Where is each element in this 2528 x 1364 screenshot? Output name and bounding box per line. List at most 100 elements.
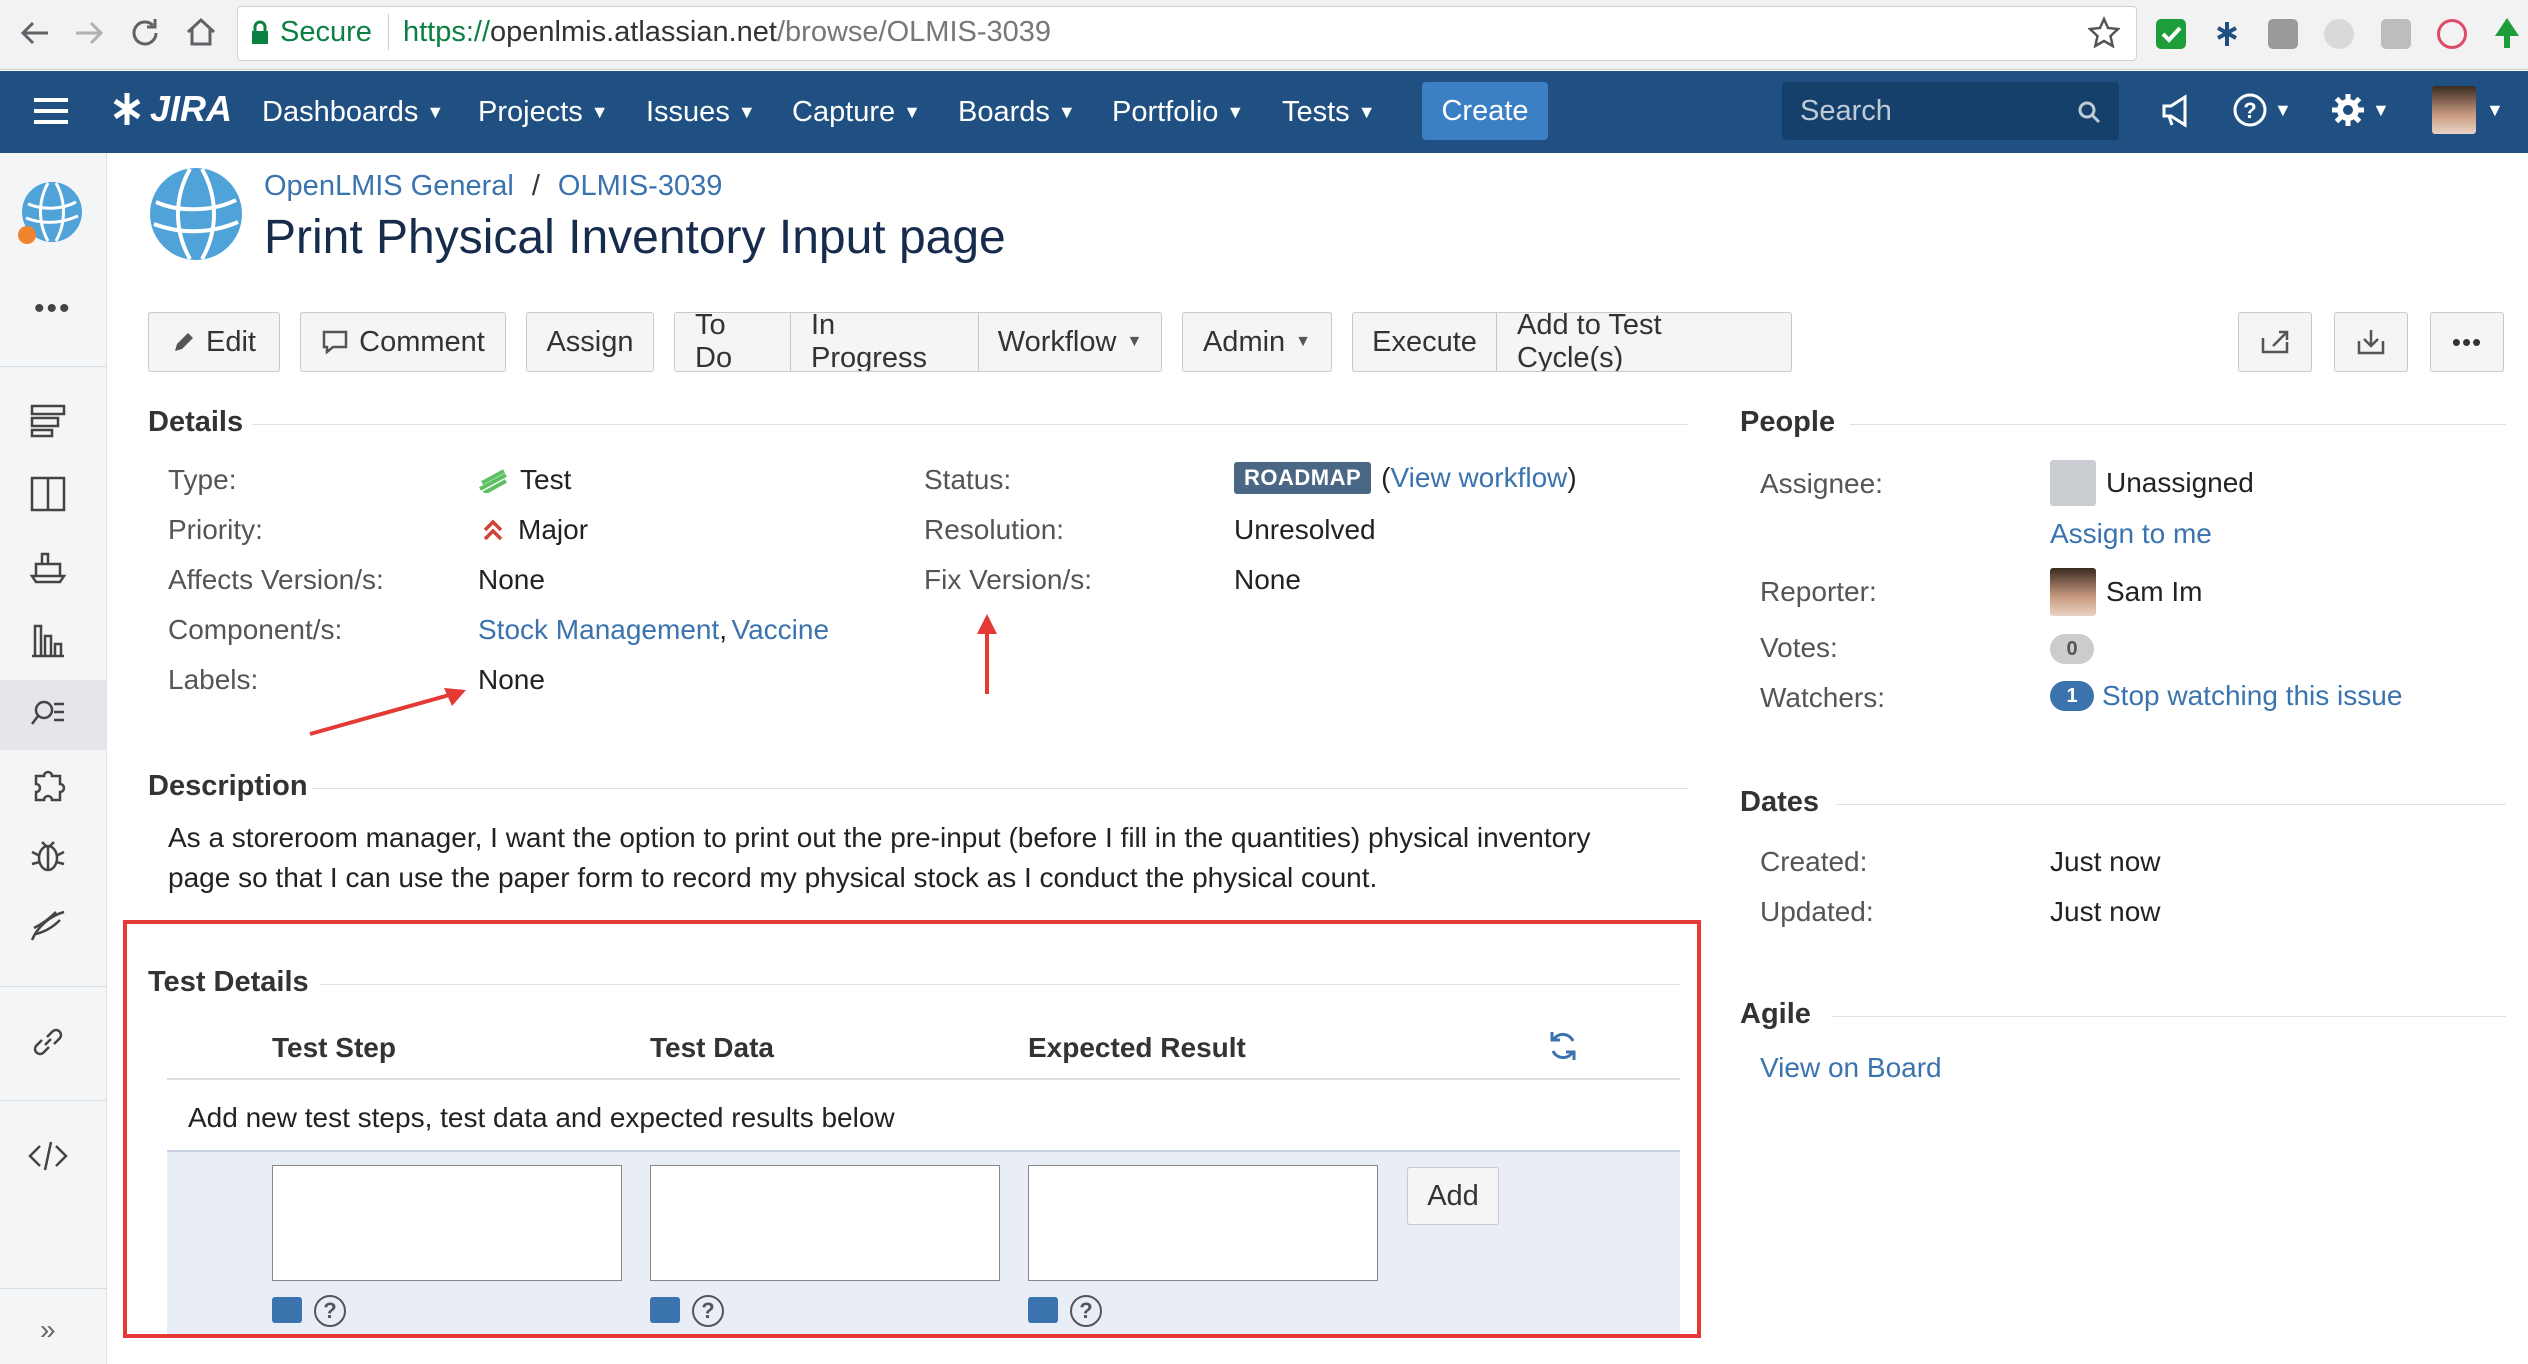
comment-button[interactable]: Comment [300, 312, 506, 372]
reporter-label: Reporter: [1760, 576, 1877, 607]
components-value: Stock Management, Vaccine [478, 614, 829, 646]
backlog-icon[interactable] [28, 400, 80, 448]
votes-badge[interactable]: 0 [2050, 634, 2094, 664]
caret-down-icon: ▼ [2274, 99, 2292, 120]
todo-button[interactable]: To Do [675, 313, 791, 371]
more-icon: ••• [2451, 326, 2483, 357]
nav-tests-label: Tests [1282, 95, 1350, 128]
jira-logo[interactable]: JIRA [110, 88, 232, 130]
edit-label: Edit [206, 325, 256, 358]
nav-issues[interactable]: Issues ▼ [646, 71, 756, 153]
stop-watching-link[interactable]: Stop watching this issue [2102, 680, 2402, 712]
admin-label: Admin [1202, 325, 1286, 358]
create-button[interactable]: Create [1422, 82, 1548, 140]
nav-portfolio[interactable]: Portfolio ▼ [1112, 71, 1244, 153]
details-heading: Details [148, 406, 244, 438]
extension-icon[interactable] [2437, 19, 2467, 49]
help-menu[interactable]: ? ▼ [2232, 92, 2292, 128]
search-input[interactable]: Search [1782, 82, 2119, 140]
view-on-board-link[interactable]: View on Board [1760, 1052, 1942, 1084]
project-avatar-large[interactable] [148, 166, 244, 262]
forward-arrow-icon[interactable] [72, 16, 106, 50]
code-icon[interactable] [28, 1136, 80, 1184]
divider [1832, 1016, 2506, 1017]
jira-extension-icon[interactable] [2212, 18, 2242, 50]
jira-logo-text: JIRA [150, 88, 233, 129]
component-link[interactable]: Stock Management [478, 614, 719, 645]
jira-logo-icon [113, 93, 141, 125]
nav-tests[interactable]: Tests ▼ [1282, 71, 1376, 153]
labels-value[interactable]: None [478, 664, 545, 696]
board-icon[interactable] [28, 474, 80, 522]
breadcrumb-project[interactable]: OpenLMIS General [264, 170, 514, 203]
caret-down-icon: ▼ [2372, 99, 2390, 120]
priority-major-icon [483, 519, 503, 541]
nav-capture[interactable]: Capture ▼ [792, 71, 921, 153]
add-to-cycle-label: Add to Test Cycle(s) [1517, 312, 1662, 372]
reports-icon[interactable] [28, 620, 80, 668]
components-label: Component/s: [168, 614, 343, 645]
nav-projects-label: Projects [478, 95, 583, 128]
reporter-value: Sam Im [2050, 568, 2202, 616]
expand-sidebar-icon[interactable]: » [40, 1314, 56, 1346]
watchers-badge[interactable]: 1 [2050, 681, 2094, 711]
link-icon[interactable] [28, 1022, 80, 1070]
breadcrumb-issue-key[interactable]: OLMIS-3039 [558, 170, 722, 203]
type-value: Test [478, 464, 571, 496]
add-to-test-cycle-button[interactable]: Add to Test Cycle(s) [1497, 313, 1791, 371]
reload-icon[interactable] [128, 15, 162, 51]
edit-button[interactable]: Edit [148, 312, 280, 372]
divider [0, 1288, 107, 1289]
releases-icon[interactable] [28, 546, 80, 594]
project-avatar[interactable] [18, 180, 84, 246]
pencil-icon [175, 333, 193, 351]
megaphone-icon[interactable] [2160, 94, 2196, 128]
tree-extension-icon[interactable] [2492, 16, 2522, 50]
dates-heading: Dates [1740, 786, 1819, 818]
execute-label: Execute [1372, 325, 1477, 358]
admin-dropdown[interactable]: Admin ▼ [1182, 312, 1332, 372]
in-progress-button[interactable]: In Progress [791, 313, 979, 371]
reporter-text[interactable]: Sam Im [2106, 576, 2202, 608]
nav-projects[interactable]: Projects ▼ [478, 71, 609, 153]
extension-icon[interactable] [2268, 19, 2298, 49]
nav-dashboards[interactable]: Dashboards ▼ [262, 71, 444, 153]
nav-boards[interactable]: Boards ▼ [958, 71, 1076, 153]
assign-to-me-link[interactable]: Assign to me [2050, 518, 2212, 550]
bookmark-star-icon[interactable] [2088, 16, 2120, 48]
settings-menu[interactable]: ▼ [2330, 92, 2390, 128]
back-arrow-icon[interactable] [18, 16, 52, 50]
home-icon[interactable] [183, 14, 219, 50]
menu-icon[interactable] [34, 96, 68, 126]
export-button[interactable] [2334, 312, 2408, 372]
assign-button[interactable]: Assign [526, 312, 654, 372]
issues-search-icon[interactable] [28, 692, 80, 740]
components-puzzle-icon[interactable] [28, 764, 80, 812]
bug-icon[interactable] [28, 836, 80, 884]
view-workflow-link[interactable]: View workflow [1391, 462, 1568, 493]
secure-indicator[interactable]: Secure [250, 16, 372, 49]
grammar-extension-icon[interactable] [2381, 19, 2411, 49]
breadcrumb: OpenLMIS General / OLMIS-3039 [264, 170, 722, 203]
extension-icon[interactable] [2324, 19, 2354, 49]
updated-label: Updated: [1760, 896, 1874, 927]
user-menu[interactable]: ▼ [2432, 86, 2504, 134]
paren-open: ( [1381, 462, 1391, 493]
checkmark-extension-icon[interactable] [2156, 19, 2186, 49]
caret-down-icon: ▼ [1126, 333, 1143, 350]
more-icon[interactable]: ••• [34, 292, 72, 326]
component-link[interactable]: Vaccine [731, 614, 829, 645]
status-value: ROADMAP (View workflow) [1234, 462, 1577, 494]
tests-wing-icon[interactable] [28, 906, 80, 954]
workflow-dropdown[interactable]: Workflow ▼ [979, 313, 1161, 371]
nav-boards-label: Boards [958, 95, 1050, 128]
more-actions-button[interactable]: ••• [2430, 312, 2504, 372]
url-text[interactable]: https://openlmis.atlassian.net/browse/OL… [403, 16, 1051, 49]
annotation-highlight-box [123, 920, 1701, 1338]
execute-button[interactable]: Execute [1353, 313, 1497, 371]
caret-down-icon: ▼ [1357, 101, 1376, 122]
description-line: page so that I can use the paper form to… [168, 862, 1378, 893]
avatar [2432, 86, 2476, 134]
share-button[interactable] [2238, 312, 2312, 372]
page-title: Print Physical Inventory Input page [264, 211, 1006, 264]
